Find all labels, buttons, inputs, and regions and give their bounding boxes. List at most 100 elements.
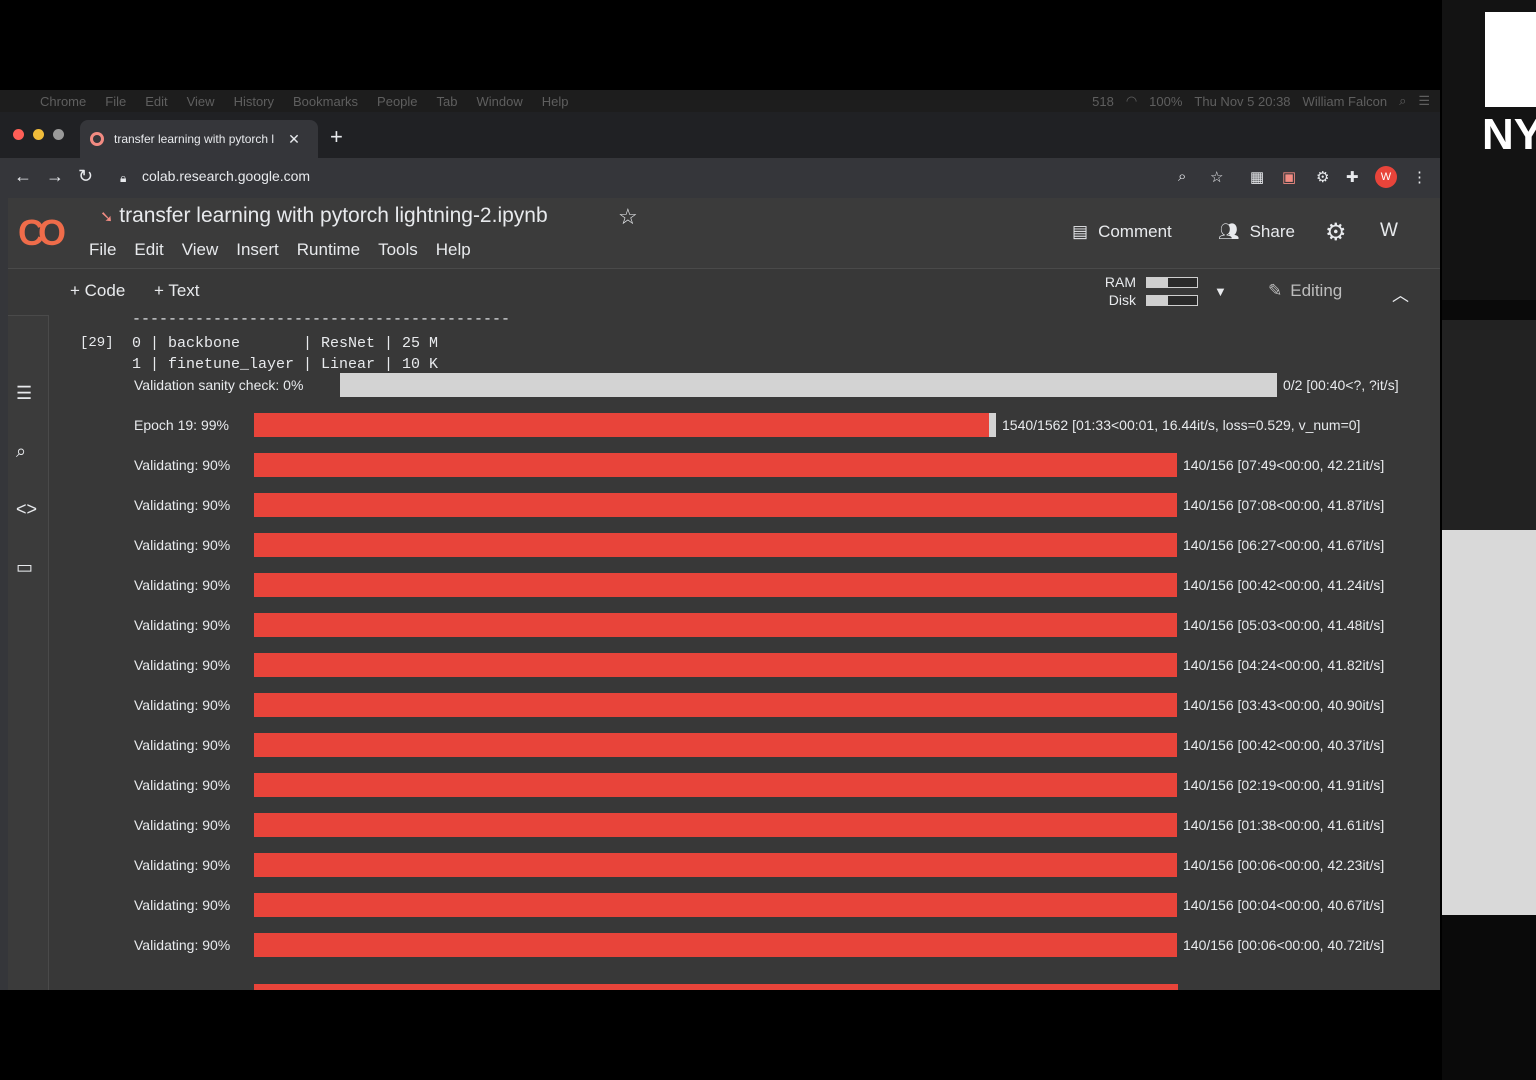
progress-stats: 140/156 [00:06<00:00, 40.72it/s] xyxy=(1183,937,1385,953)
zoom-window-button[interactable] xyxy=(53,129,64,140)
close-window-button[interactable] xyxy=(13,129,24,140)
extension-3-icon[interactable]: ⚙ xyxy=(1316,168,1329,186)
zoom-icon[interactable]: ⌕ xyxy=(1178,168,1186,185)
progress-track xyxy=(254,453,1279,477)
account-initial[interactable]: W xyxy=(1380,220,1398,242)
mac-menu-tab[interactable]: Tab xyxy=(437,94,458,109)
browser-tab[interactable]: transfer learning with pytorch l ✕ xyxy=(80,120,318,158)
resource-monitor[interactable]: RAM Disk xyxy=(1104,273,1198,309)
menu-view[interactable]: View xyxy=(182,240,219,260)
progress-fill xyxy=(254,533,1177,557)
progress-track xyxy=(254,773,1279,797)
progress-stats: 1540/1562 [01:33<00:01, 16.44it/s, loss=… xyxy=(1002,417,1361,433)
menu-file[interactable]: File xyxy=(89,240,116,260)
validating-progress-row: Validating: 90% 140/156 [03:43<00:00, 40.… xyxy=(134,693,1434,717)
progress-stats: 140/156 [00:06<00:00, 42.23it/s] xyxy=(1183,857,1385,873)
comment-icon: ▤ xyxy=(1072,222,1089,241)
progress-fill xyxy=(254,453,1177,477)
ram-meter xyxy=(1146,276,1198,288)
bookmark-star-icon[interactable]: ☆ xyxy=(1210,168,1223,186)
menu-tools[interactable]: Tools xyxy=(378,240,418,260)
new-tab-button[interactable]: + xyxy=(330,124,343,150)
progress-label: Validating: 90% xyxy=(134,817,231,833)
progress-label: Epoch 19: 99% xyxy=(134,417,229,433)
comment-button[interactable]: ▤ Comment xyxy=(1072,222,1172,242)
editing-mode-button[interactable]: ✎ Editing xyxy=(1268,281,1342,301)
profile-avatar[interactable]: W xyxy=(1375,166,1397,188)
mac-menu-help[interactable]: Help xyxy=(542,94,569,109)
menu-insert[interactable]: Insert xyxy=(236,240,279,260)
mac-menu-chrome[interactable]: Chrome xyxy=(40,94,86,109)
settings-gear-icon[interactable]: ⚙ xyxy=(1325,218,1347,247)
mac-menu-bookmarks[interactable]: Bookmarks xyxy=(293,94,358,109)
reload-icon[interactable]: ↻ xyxy=(78,166,93,187)
extensions-puzzle-icon[interactable]: ✚ xyxy=(1346,168,1359,186)
progress-track xyxy=(254,693,1279,717)
files-folder-icon[interactable]: ▭ xyxy=(16,557,33,578)
add-text-button[interactable]: + Text xyxy=(154,281,200,301)
validating-progress-row: Validating: 90% 140/156 [00:06<00:00, 40.… xyxy=(134,933,1434,957)
lock-icon[interactable]: 🔒︎ xyxy=(120,171,126,186)
progress-fill xyxy=(254,413,989,437)
progress-fill xyxy=(254,693,1177,717)
mac-menu-window[interactable]: Window xyxy=(477,94,523,109)
add-code-button[interactable]: + Code xyxy=(70,281,125,301)
epoch-progress: Epoch 19: 99% 1540/1562 [01:33<00:01, 16… xyxy=(134,413,1434,437)
validating-progress-row: Validating: 90% 140/156 [00:42<00:00, 41.… xyxy=(134,573,1434,597)
resources-dropdown-icon[interactable]: ▼ xyxy=(1214,284,1227,299)
chrome-menu-icon[interactable]: ⋮ xyxy=(1412,168,1427,186)
menu-help[interactable]: Help xyxy=(436,240,471,260)
mac-menu-edit[interactable]: Edit xyxy=(145,94,167,109)
colab-app: CO ➘ transfer learning with pytorch ligh… xyxy=(8,198,1440,990)
minimize-window-button[interactable] xyxy=(33,129,44,140)
partial-progress-bar xyxy=(254,984,1178,990)
progress-stats: 140/156 [05:03<00:00, 41.48it/s] xyxy=(1183,617,1385,633)
clock[interactable]: Thu Nov 5 20:38 xyxy=(1194,94,1290,109)
code-snippets-icon[interactable]: <> xyxy=(16,499,37,520)
mac-status-area: 518 ◠ 100% Thu Nov 5 20:38 William Falco… xyxy=(1092,90,1430,112)
url-text[interactable]: colab.research.google.com xyxy=(142,168,310,184)
spotlight-icon[interactable]: ⌕ xyxy=(1399,93,1406,109)
webcam-background xyxy=(1442,320,1536,530)
mail-count[interactable]: 518 xyxy=(1092,94,1114,109)
progress-track xyxy=(254,893,1279,917)
notebook-title-text[interactable]: transfer learning with pytorch lightning… xyxy=(119,204,547,227)
share-label: Share xyxy=(1249,222,1295,241)
progress-track xyxy=(254,613,1279,637)
extension-2-icon[interactable]: ▣ xyxy=(1282,168,1296,186)
mac-menu-view[interactable]: View xyxy=(187,94,215,109)
share-button[interactable]: 👥︎ Share xyxy=(1218,222,1295,242)
notebook-title[interactable]: ➘ transfer learning with pytorch lightni… xyxy=(100,204,548,228)
battery-percent[interactable]: 100% xyxy=(1149,94,1182,109)
code-cell-output[interactable]: [29] -----------------------------------… xyxy=(48,315,1440,990)
validating-progress-row: Validating: 90% 140/156 [00:06<00:00, 42.… xyxy=(134,853,1434,877)
notification-center-icon[interactable]: ☰ xyxy=(1418,93,1430,109)
colab-logo[interactable]: CO xyxy=(18,212,66,254)
user-name[interactable]: William Falcon xyxy=(1303,94,1388,109)
progress-stats: 140/156 [03:43<00:00, 40.90it/s] xyxy=(1183,697,1385,713)
validating-progress-row: Validating: 90% 140/156 [02:19<00:00, 41.… xyxy=(134,773,1434,797)
collapse-header-icon[interactable]: ︿ xyxy=(1392,281,1409,306)
progress-label: Validating: 90% xyxy=(134,897,231,913)
forward-arrow-icon[interactable]: → xyxy=(46,166,64,187)
model-summary-row-0: 0 | backbone | ResNet | 25 M xyxy=(132,335,439,352)
menu-edit[interactable]: Edit xyxy=(134,240,163,260)
progress-track xyxy=(254,653,1279,677)
ram-label: RAM xyxy=(1104,274,1136,290)
search-icon[interactable]: ⌕ xyxy=(16,441,26,462)
nyu-logo-text: NY xyxy=(1482,110,1536,159)
mac-menu-file[interactable]: File xyxy=(105,94,126,109)
star-notebook-icon[interactable]: ☆ xyxy=(618,204,638,230)
back-arrow-icon[interactable]: ← xyxy=(14,166,32,187)
mac-menu-people[interactable]: People xyxy=(377,94,417,109)
table-of-contents-icon[interactable]: ☰ xyxy=(16,383,32,404)
mac-menu-history[interactable]: History xyxy=(234,94,274,109)
progress-label: Validating: 90% xyxy=(134,617,231,633)
progress-label: Validating: 90% xyxy=(134,937,231,953)
extension-1-icon[interactable]: ▦ xyxy=(1250,168,1264,186)
progress-label: Validating: 90% xyxy=(134,657,231,673)
menu-runtime[interactable]: Runtime xyxy=(297,240,360,260)
close-tab-icon[interactable]: ✕ xyxy=(288,131,300,148)
progress-label: Validating: 90% xyxy=(134,577,231,593)
wifi-icon[interactable]: ◠ xyxy=(1126,93,1137,109)
